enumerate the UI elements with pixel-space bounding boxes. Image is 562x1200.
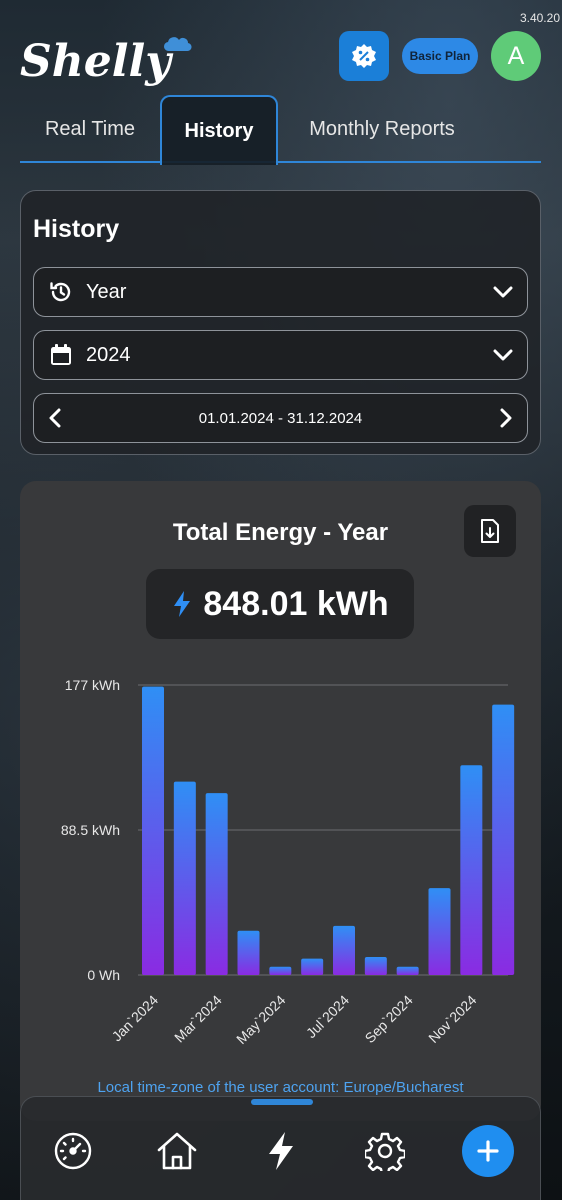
chart-bar: [492, 704, 515, 975]
tab-bar: Real Time History Monthly Reports: [20, 95, 541, 165]
nav-drag-handle[interactable]: [251, 1099, 313, 1105]
promo-button[interactable]: [339, 31, 389, 81]
prev-period-button[interactable]: [48, 408, 62, 428]
chart-bar: [333, 925, 355, 975]
history-icon: [48, 279, 74, 305]
plus-icon: [477, 1140, 499, 1162]
chevron-down-icon: [493, 349, 513, 361]
tab-monthly-reports[interactable]: Monthly Reports: [284, 95, 480, 163]
year-select-value: 2024: [86, 343, 131, 366]
energy-card: Total Energy - Year 848.01 kWh 0 Wh 88.5 …: [20, 481, 541, 1121]
settings-nav[interactable]: [363, 1129, 407, 1173]
add-nav[interactable]: [462, 1125, 514, 1177]
date-range-navigator: 01.01.2024 - 31.12.2024: [33, 393, 528, 443]
chart-bar: [237, 930, 260, 975]
lightning-icon: [269, 1132, 293, 1170]
x-tick-label: Nov`2024: [425, 992, 479, 1046]
period-select-value: Year: [86, 280, 127, 303]
chart-bar: [428, 888, 451, 975]
x-tick-label: Sep`2024: [362, 992, 416, 1046]
home-nav[interactable]: [155, 1129, 199, 1173]
chevron-right-icon: [500, 408, 512, 428]
svg-text:Shelly: Shelly: [20, 36, 174, 87]
plan-badge[interactable]: Basic Plan: [402, 38, 478, 74]
period-select[interactable]: Year: [33, 267, 528, 317]
shelly-logo: Shelly: [20, 36, 192, 87]
x-tick-label: Mar`2024: [171, 992, 225, 1046]
chart-bar: [396, 966, 419, 975]
chart-bar: [364, 956, 387, 975]
x-tick-label: May`2024: [233, 992, 288, 1047]
tab-real-time[interactable]: Real Time: [20, 95, 160, 163]
app-version: 3.40.20: [519, 11, 560, 25]
next-period-button[interactable]: [499, 408, 513, 428]
chart-bar: [269, 966, 292, 975]
gear-icon: [365, 1132, 405, 1171]
timezone-note: Local time-zone of the user account: Eur…: [97, 1079, 464, 1096]
energy-nav[interactable]: [259, 1129, 303, 1173]
chart-bar: [205, 793, 228, 975]
y-tick-label: 177 kWh: [65, 677, 120, 693]
chart-bar: [301, 958, 324, 975]
y-tick-label: 0 Wh: [87, 967, 120, 983]
x-tick-label: Jan`2024: [109, 992, 162, 1045]
panel-title: History: [33, 215, 120, 243]
date-range-label: 01.01.2024 - 31.12.2024: [198, 409, 363, 427]
chart-bar: [173, 781, 196, 975]
chart-bar: [142, 686, 164, 975]
tab-history[interactable]: History: [160, 95, 278, 165]
chevron-down-icon: [493, 286, 513, 298]
x-tick-label: Jul`2024: [303, 992, 352, 1041]
avatar[interactable]: A: [491, 31, 541, 81]
calendar-icon: [48, 342, 74, 368]
home-icon: [157, 1132, 197, 1170]
discount-badge-icon: [352, 44, 376, 68]
dashboard-nav[interactable]: [51, 1129, 95, 1173]
bottom-navigation: [20, 1096, 541, 1200]
chevron-left-icon: [49, 408, 61, 428]
year-select[interactable]: 2024: [33, 330, 528, 380]
history-panel: History Year 2024 01.01.2024 - 31.12.202…: [20, 190, 541, 455]
y-tick-label: 88.5 kWh: [61, 822, 120, 838]
speedometer-icon: [54, 1132, 92, 1170]
chart-bar: [460, 765, 483, 975]
energy-bar-chart: 0 Wh 88.5 kWh 177 kWh Jan`2024 Mar`2024 May`2…: [61, 677, 515, 1047]
